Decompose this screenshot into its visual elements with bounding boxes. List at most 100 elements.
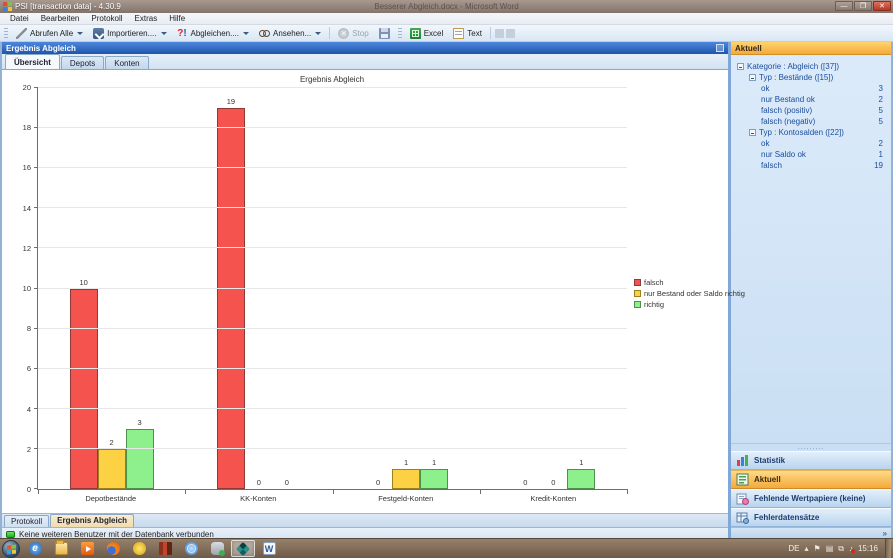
sidebar-nav-statistik[interactable]: Statistik [731,451,891,470]
tray-app-icon[interactable]: ▤ [826,544,834,553]
bar-slot: 0 [245,88,273,489]
taskbar-windows-explorer-icon[interactable] [49,540,73,557]
minimize-button[interactable]: — [835,1,853,11]
dropdown-arrow-icon[interactable] [77,32,83,35]
network-icon[interactable]: ⧉ [838,544,844,554]
importieren-button[interactable]: Importieren.... [89,27,170,40]
menu-item-extras[interactable]: Extras [129,13,164,25]
tree-row[interactable]: nur Saldo ok1 [735,149,887,160]
tree-row[interactable]: Typ : Bestände ([15]) [735,72,887,83]
y-tick [34,448,38,449]
internet-explorer-icon: e [29,542,42,555]
taskbar-internet-explorer-icon[interactable]: e [23,540,47,557]
collapse-expander-icon[interactable] [749,129,756,136]
tree-row[interactable]: nur Bestand ok2 [735,94,887,105]
export-excel-button[interactable]: Excel [406,27,448,40]
dropdown-arrow-icon[interactable] [161,32,167,35]
language-indicator[interactable]: DE [788,544,799,553]
bar-nur-Bestand-oder-Saldo-richtig[interactable] [392,469,420,489]
taskbar-yellow-app-icon[interactable] [127,540,151,557]
clock[interactable]: 15:16 [858,544,878,553]
psi-app-icon [236,541,250,555]
close-button[interactable]: ✕ [873,1,891,11]
taskbar-library-books-icon[interactable] [153,540,177,557]
tree-label: falsch [761,160,782,171]
tree-row[interactable]: Typ : Kontosalden ([22]) [735,127,887,138]
y-tick-label: 16 [3,163,31,172]
stop-button: Stop [334,27,372,40]
menu-item-datei[interactable]: Datei [4,13,35,25]
window-controls: — ❐ ✕ [835,1,891,11]
bar-richtig[interactable] [567,469,595,489]
sidebar-nav-label: Fehlerdatensätze [754,513,819,522]
tray-expand-icon[interactable]: ▴ [805,544,809,553]
gridline [38,167,627,168]
tab-konten[interactable]: Konten [105,56,148,69]
tree-row[interactable]: ok3 [735,83,887,94]
action-center-flag-icon[interactable]: ⚑ [814,544,821,553]
bar-slot: 1 [420,88,448,489]
sidebar-nav-label: Statistik [754,456,785,465]
tree-row[interactable]: Kategorie : Abgleich ([37]) [735,61,887,72]
y-tick-label: 20 [3,83,31,92]
export-text-button[interactable]: Text [449,27,486,40]
bar-richtig[interactable] [126,429,154,489]
y-tick [34,247,38,248]
tree-row[interactable]: falsch (negativ)5 [735,116,887,127]
legend-swatch [634,279,641,286]
panel-menu-icon[interactable] [716,44,724,52]
view-tabs: ÜbersichtDepotsKonten [2,54,728,70]
bar-falsch[interactable] [217,108,245,489]
taskbar-icons: eW [23,540,281,557]
tree-row[interactable]: ok2 [735,138,887,149]
bar-slot: 1 [392,88,420,489]
y-tick [34,328,38,329]
windows-flag-icon [7,544,16,554]
overflow-chevron-icon[interactable]: » [883,529,887,538]
abgleichen-button[interactable]: ?! Abgleichen.... [173,27,253,40]
bottom-tab[interactable]: Ergebnis Abgleich [50,514,134,527]
collapse-expander-icon[interactable] [737,63,744,70]
yellow-app-icon [133,542,146,555]
menu-item-protokoll[interactable]: Protokoll [85,13,128,25]
taskbar-psi-app-icon[interactable] [231,540,255,557]
show-desktop-button[interactable] [885,539,891,558]
bar-nur-Bestand-oder-Saldo-richtig[interactable] [98,449,126,489]
dropdown-arrow-icon[interactable] [315,32,321,35]
tab-übersicht[interactable]: Übersicht [5,54,60,69]
taskbar-database-icon[interactable] [205,540,229,557]
bar-falsch[interactable] [70,289,98,490]
bar-group-1: 1023 [38,88,185,489]
sidebar-splitter[interactable]: ......... [731,443,891,451]
bar-slot: 0 [364,88,392,489]
start-button[interactable] [2,540,20,558]
menu-item-bearbeiten[interactable]: Bearbeiten [35,13,86,25]
tab-depots[interactable]: Depots [61,56,104,69]
sidebar-nav-fehlerdatens-tze[interactable]: Fehlerdatensätze [731,508,891,527]
bar-slot: 0 [273,88,301,489]
sidebar-nav-fehlende-wertpapiere-keine-[interactable]: Fehlende Wertpapiere (keine) [731,489,891,508]
collapse-expander-icon[interactable] [749,74,756,81]
volume-muted-icon[interactable]: ♪ [849,544,853,553]
taskbar-media-player-icon[interactable] [75,540,99,557]
menu-item-hilfe[interactable]: Hilfe [163,13,191,25]
sidebar: Aktuell Kategorie : Abgleich ([37])Typ :… [728,42,891,538]
tree-count: 5 [879,105,883,116]
legend-item: falsch [634,278,745,287]
current-list-icon [736,473,749,486]
tree-row[interactable]: falsch19 [735,160,887,171]
bar-richtig[interactable] [420,469,448,489]
taskbar-browser-globe-icon[interactable] [179,540,203,557]
sidebar-nav-aktuell[interactable]: Aktuell [731,470,891,489]
taskbar-firefox-icon[interactable] [101,540,125,557]
dropdown-arrow-icon[interactable] [243,32,249,35]
gridline [38,87,627,88]
tree-row[interactable]: falsch (positiv)5 [735,105,887,116]
ansehen-button[interactable]: Ansehen... [255,27,325,40]
abrufen-alle-button[interactable]: Abrufen Alle [12,27,87,40]
maximize-button[interactable]: ❐ [854,1,872,11]
taskbar-word-icon[interactable]: W [257,540,281,557]
y-tick [34,127,38,128]
y-tick [34,167,38,168]
bottom-tab[interactable]: Protokoll [4,515,49,527]
